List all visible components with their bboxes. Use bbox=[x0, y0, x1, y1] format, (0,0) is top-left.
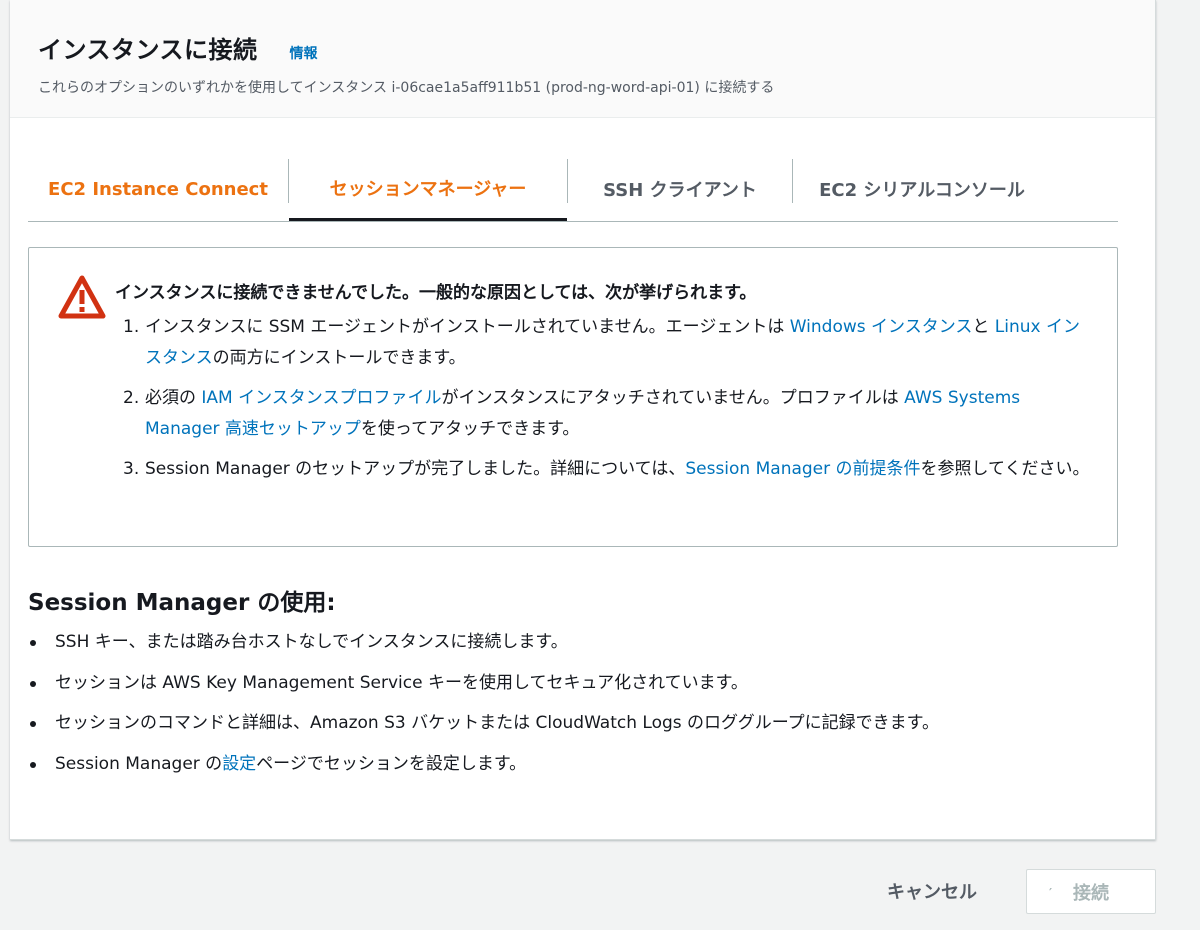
item-text: インスタンスに SSM エージェントがインストールされていません。エージェントは bbox=[145, 317, 790, 337]
connect-button[interactable]: ′ 接続 bbox=[1026, 869, 1156, 914]
page-description: これらのオプションのいずれかを使用してインスタンス i-06cae1a5aff9… bbox=[38, 80, 775, 96]
alert-title: インスタンスに接続できませんでした。一般的な原因としては、次が挙げられます。 bbox=[115, 283, 757, 303]
item-text: 必須の bbox=[145, 388, 202, 408]
tab-session-manager[interactable]: セッションマネージャー bbox=[289, 157, 567, 221]
panel-header: インスタンスに接続 情報 これらのオプションのいずれかを使用してインスタンス i… bbox=[10, 0, 1155, 118]
item-text: を使ってアタッチできます。 bbox=[360, 419, 580, 439]
tab-ssh-client[interactable]: SSH クライアント bbox=[568, 157, 792, 221]
cause-list: 1. インスタンスに SSM エージェントがインストールされていません。エージェ… bbox=[123, 312, 1093, 494]
prerequisites-link[interactable]: Session Manager の前提条件 bbox=[685, 459, 920, 479]
list-item: 2. 必須の IAM インスタンスプロファイルがインスタンスにアタッチされていま… bbox=[123, 383, 1093, 445]
item-text: ページでセッションを設定します。 bbox=[256, 753, 527, 774]
connect-button-label: 接続 bbox=[1073, 882, 1109, 904]
settings-link[interactable]: 設定 bbox=[222, 754, 256, 774]
page-title: インスタンスに接続 bbox=[38, 36, 258, 64]
list-item: セッションは AWS Key Management Service キーを使用し… bbox=[28, 668, 939, 699]
item-number: 2. bbox=[123, 388, 140, 408]
item-text: Session Manager の bbox=[55, 753, 223, 774]
item-number: 3. bbox=[123, 459, 140, 479]
usage-heading: Session Manager の使用: bbox=[28, 590, 336, 616]
connection-method-tabs: EC2 Instance Connect セッションマネージャー SSH クライ… bbox=[28, 157, 1118, 222]
list-item: SSH キー、または踏み台ホストなしでインスタンスに接続します。 bbox=[28, 627, 939, 658]
list-item: 3. Session Manager のセットアップが完了しました。詳細について… bbox=[123, 454, 1093, 485]
list-item: Session Manager の設定ページでセッションを設定します。 bbox=[28, 749, 939, 780]
list-item: セッションのコマンドと詳細は、Amazon S3 バケットまたは CloudWa… bbox=[28, 708, 939, 739]
item-text: を参照してください。 bbox=[920, 459, 1090, 479]
iam-instance-profile-link[interactable]: IAM インスタンスプロファイル bbox=[201, 388, 441, 408]
item-text: と bbox=[972, 317, 995, 337]
windows-instance-link[interactable]: Windows インスタンス bbox=[790, 317, 973, 337]
tab-ec2-instance-connect[interactable]: EC2 Instance Connect bbox=[28, 157, 288, 221]
warning-triangle-icon bbox=[58, 275, 106, 319]
loading-spinner-icon: ′ bbox=[1049, 886, 1053, 900]
warning-alert: インスタンスに接続できませんでした。一般的な原因としては、次が挙げられます。 1… bbox=[28, 247, 1118, 547]
item-text: の両方にインストールできます。 bbox=[212, 348, 466, 368]
item-text: がインスタンスにアタッチされていません。プロファイルは bbox=[441, 388, 905, 408]
item-text: Session Manager のセットアップが完了しました。詳細については、 bbox=[145, 459, 686, 479]
title-row: インスタンスに接続 情報 bbox=[38, 30, 1155, 65]
list-item: 1. インスタンスに SSM エージェントがインストールされていません。エージェ… bbox=[123, 312, 1093, 374]
cancel-button[interactable]: キャンセル bbox=[872, 874, 992, 908]
info-link[interactable]: 情報 bbox=[290, 43, 318, 63]
tab-ec2-serial-console[interactable]: EC2 シリアルコンソール bbox=[793, 157, 1051, 221]
item-number: 1. bbox=[123, 317, 140, 337]
usage-list: SSH キー、または踏み台ホストなしでインスタンスに接続します。 セッションは … bbox=[28, 627, 939, 789]
